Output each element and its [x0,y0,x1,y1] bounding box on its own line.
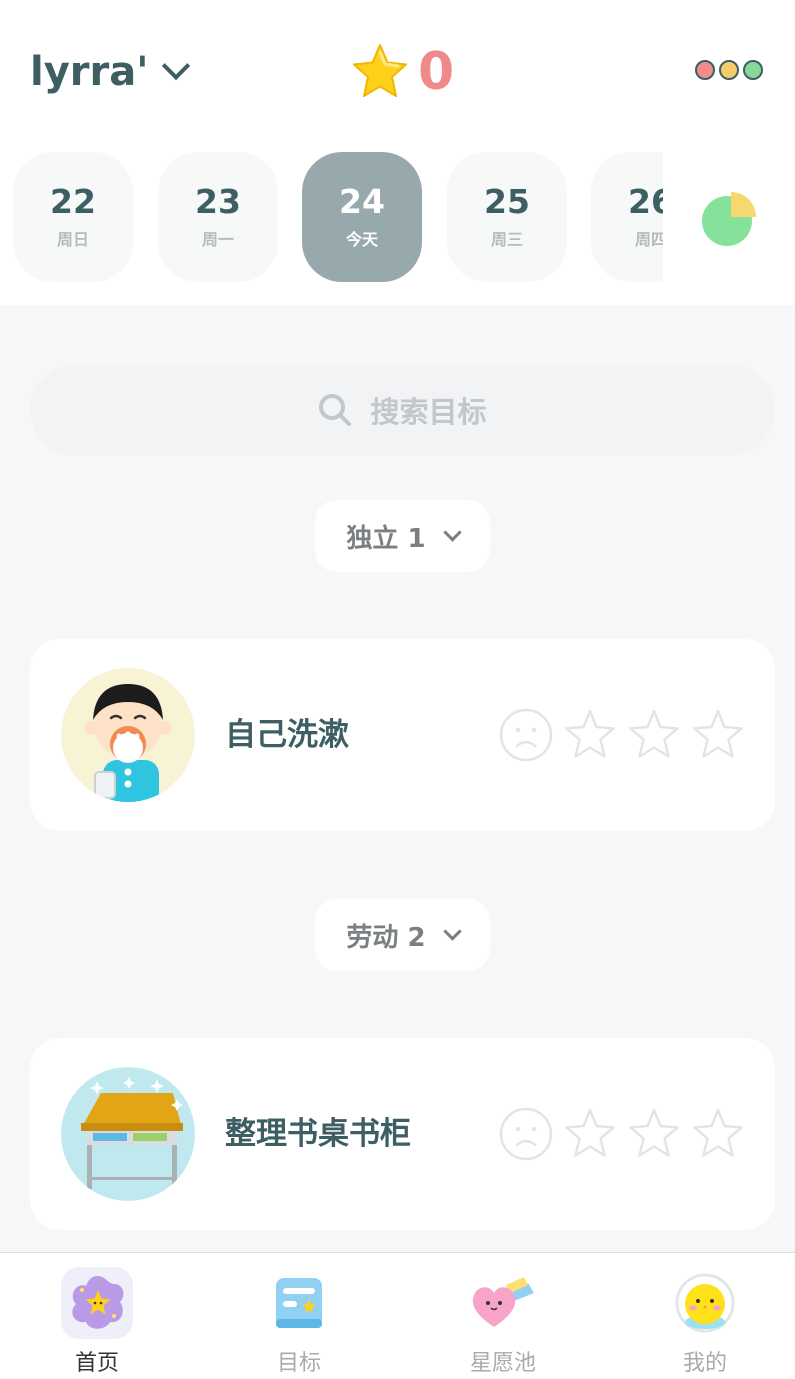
day-number: 26 [628,181,663,221]
goal-card[interactable]: 自己洗漱 [30,639,775,831]
heart-wish-icon [467,1267,539,1339]
chevron-down-icon [442,922,462,941]
star-icon [353,44,407,97]
sad-face-icon[interactable] [498,707,554,763]
day-item-today[interactable]: 24 今天 [302,152,422,282]
day-label: 今天 [345,230,378,250]
brushing-teeth-illustration [61,668,195,802]
day-label: 周三 [490,230,523,250]
category-toggle[interactable]: 劳动 2 [315,899,490,971]
tab-label: 目标 [276,1351,321,1376]
tab-profile[interactable]: 我的 [645,1267,765,1377]
tab-home[interactable]: 首页 [37,1267,157,1377]
star-outline-icon[interactable] [626,707,682,763]
day-label: 周一 [201,230,234,250]
goal-rating [498,707,746,763]
search-bar[interactable]: 搜索目标 [30,364,775,456]
desk-illustration [61,1067,195,1201]
star-outline-icon[interactable] [562,707,618,763]
home-screen: lyrra' 0 22 周日 23 周一 24 今天 25 周三 26 周四 搜… [0,0,795,1379]
day-item[interactable]: 26 周四 [591,152,663,282]
day-number: 24 [339,181,385,221]
child-switcher[interactable]: lyrra' [30,44,191,100]
day-number: 22 [50,181,96,221]
goal-card-icon [263,1267,335,1339]
goal-card[interactable]: 整理书桌书柜 [30,1038,775,1230]
dot-yellow [719,60,739,80]
day-item[interactable]: 23 周一 [158,152,278,282]
category-label: 劳动 2 [346,922,426,953]
star-score: 0 [350,40,454,104]
star-count: 0 [418,42,455,102]
chevron-down-icon [442,523,462,542]
tab-goals[interactable]: 目标 [239,1267,359,1377]
tab-label: 星愿池 [469,1351,536,1376]
more-menu-button[interactable] [695,60,763,80]
tab-label: 首页 [74,1351,119,1376]
chick-avatar-icon [669,1267,741,1339]
tab-label: 我的 [682,1351,727,1376]
sad-face-icon[interactable] [498,1106,554,1162]
day-item[interactable]: 25 周三 [447,152,567,282]
day-number: 25 [484,181,530,221]
goal-title: 整理书桌书柜 [225,1116,411,1152]
category-toggle[interactable]: 独立 1 [315,500,490,572]
goal-title: 自己洗漱 [225,717,349,753]
star-outline-icon[interactable] [690,707,746,763]
bottom-tab-bar: 首页 目标 星愿池 我的 [0,1252,795,1379]
star-outline-icon[interactable] [690,1106,746,1162]
category-label: 独立 1 [346,523,426,554]
star-outline-icon[interactable] [626,1106,682,1162]
header: lyrra' 0 22 周日 23 周一 24 今天 25 周三 26 周四 [0,0,795,305]
dot-red [695,60,715,80]
flower-star-icon [61,1267,133,1339]
day-label: 周四 [634,230,663,250]
star-outline-icon[interactable] [562,1106,618,1162]
dot-green [743,60,763,80]
tab-wish-pool[interactable]: 星愿池 [443,1267,563,1377]
goal-rating [498,1106,746,1162]
chevron-down-icon [162,51,191,81]
day-item[interactable]: 22 周日 [13,152,133,282]
stats-pie-icon[interactable] [700,190,758,248]
week-strip: 22 周日 23 周一 24 今天 25 周三 26 周四 [0,152,663,284]
child-name: lyrra' [30,49,149,95]
search-icon [319,394,352,426]
day-label: 周日 [56,230,89,250]
search-placeholder: 搜索目标 [370,395,487,429]
day-number: 23 [195,181,241,221]
